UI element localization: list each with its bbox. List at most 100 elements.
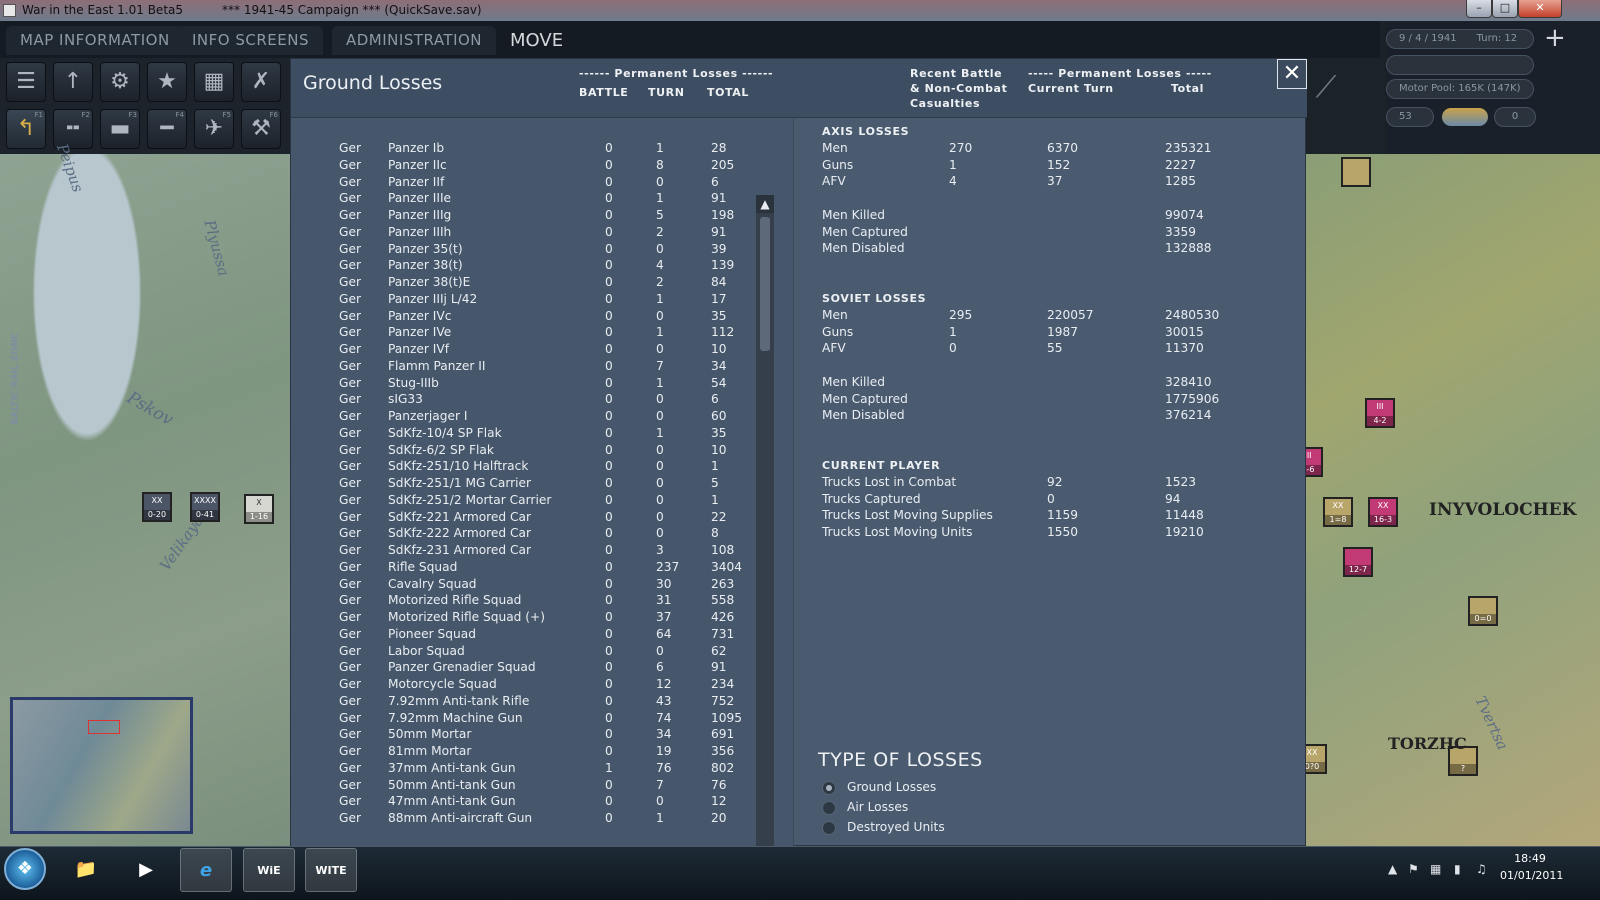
battle-losses: 0 [605,224,613,239]
hq-icon[interactable]: ▦ [194,62,234,102]
battle-losses: 0 [605,559,613,574]
unit-counter[interactable] [1341,157,1371,187]
minimap[interactable] [10,697,193,834]
air-transport-icon[interactable]: ━ F4 [147,109,187,149]
unit-counter[interactable]: XXXX 0-41 [190,492,220,522]
close-window-button[interactable]: ✕ [1518,0,1562,18]
summary-row: AFV 4 37 1285 [795,173,1295,190]
equipment-name: 37mm Anti-tank Gun [388,760,516,775]
map-right[interactable]: III 4-2 III 4-6 XX 1=8 XX 16-3 12-7 0=0 XX 0?… [1293,154,1600,846]
minimize-button[interactable]: – [1466,0,1492,18]
row-label: Trucks Lost in Combat [822,475,957,489]
tab-info-screens[interactable]: INFO SCREENS [178,26,323,55]
zoom-in-icon[interactable]: + [1544,25,1566,51]
battle-losses: 0 [605,610,613,624]
total-losses: 34 [711,358,727,373]
total-losses: 426 [711,610,735,624]
losses-list[interactable]: Ger Panzer Ib 0 1 28 Ger Panzer IIc 0 8 205 Ger Pan… [291,119,794,886]
minimap-viewport[interactable] [88,720,120,734]
explorer-icon[interactable]: 📁 [60,848,112,892]
radio-ground-losses[interactable] [822,781,836,795]
loss-row: Ger Panzer IVc 0 0 35 [291,308,761,325]
edit-icon[interactable]: ⟋ [1306,70,1346,110]
total-losses: 3404 [711,559,743,574]
radio-air-losses[interactable] [822,801,836,815]
radio-label[interactable]: Ground Losses [847,780,936,794]
unit-counter[interactable]: 12-7 [1343,547,1373,577]
rail-icon[interactable]: ╍ F2 [53,109,93,149]
nationality: Ger [339,375,361,390]
equipment-name: Flamm Panzer II [388,358,486,373]
start-button[interactable]: ❖ [4,848,46,890]
row-value: 132888 [1165,241,1212,256]
toolbar: ☰ ↑ ⚙ ★ ▦ ✗ ↰ F1 ╍ F2 ▬ F3 ━ F4 ✈ F5 ⚒ F6 [0,58,290,154]
maximize-button[interactable]: □ [1492,0,1518,18]
ie-icon[interactable]: e [180,848,232,892]
turn-losses: 0 [656,509,664,524]
loss-row: Ger Motorized Rifle Squad 0 31 558 [291,592,761,609]
turn-losses: 0 [656,492,664,507]
row-label: Trucks Captured [822,491,921,506]
row-value: 220057 [1047,308,1094,322]
unit-counter[interactable]: X 1-16 [244,494,274,524]
witf-icon[interactable]: WITE [305,848,357,892]
weather-icon [1442,108,1488,126]
equipment-name: Labor Squad [388,643,465,658]
loss-row: Ger SdKfz-251/2 Mortar Carrier 0 0 1 [291,492,761,509]
loss-row: Ger Panzer IVf 0 0 10 [291,341,761,358]
row-value: 1 [949,157,957,172]
radio-destroyed-units[interactable] [822,821,836,835]
radio-label[interactable]: Destroyed Units [847,820,945,834]
witw-icon[interactable]: WiE [243,848,295,892]
flag-icon[interactable]: ⚑ [1408,862,1419,876]
unit-counter[interactable]: XX 0-20 [142,492,172,522]
combat-icon[interactable]: ✗ [241,62,281,102]
battle-losses: 0 [605,375,613,390]
radio-label[interactable]: Air Losses [847,800,908,814]
counter-button[interactable]: 0 [1494,107,1536,127]
tab-administration[interactable]: ADMINISTRATION [332,26,497,55]
tab-map-information[interactable]: MAP INFORMATION [6,26,184,55]
unit-counter[interactable]: III 4-2 [1365,398,1395,428]
volume-icon[interactable]: ♫ [1476,862,1487,876]
clock[interactable]: 18:49 01/01/2011 [1500,850,1563,884]
loss-row: Ger Panzer 35(t) 0 0 39 [291,241,761,258]
close-panel-button[interactable]: ✕ [1277,59,1307,89]
casualty-row: Men Captured 3359 [795,224,1295,241]
layers-icon[interactable]: ☰ [6,62,46,102]
gear-icon[interactable]: ⚙ [100,62,140,102]
row-value: 2227 [1165,157,1197,172]
turn-losses: 1 [656,325,664,340]
recent-header: & Non-Combat [910,82,1008,95]
unit-counter[interactable]: 0=0 [1468,596,1498,626]
move-icon[interactable]: ↰ F1 [6,109,46,149]
signal-icon[interactable]: ▮ [1454,862,1461,876]
scroll-thumb[interactable] [760,217,770,351]
col-battle: BATTLE [579,86,629,99]
unit-counter[interactable]: XX 16-3 [1368,497,1398,527]
unit-counter[interactable]: XX 1=8 [1323,497,1353,527]
nationality: Ger [339,760,361,775]
turn-losses: 8 [656,157,664,172]
total-losses: 1095 [711,710,743,725]
build-icon[interactable]: ⚒ F6 [241,109,281,149]
loss-row: Ger Panzer IIIg 0 5 198 [291,207,761,224]
scrollbar[interactable]: ▲ ▼ [756,195,774,886]
air-icon[interactable]: ✈ F5 [194,109,234,149]
unit-icon[interactable]: ↑ [53,62,93,102]
total-losses: 20 [711,811,727,825]
row-label: Men Disabled [822,241,905,256]
network-icon[interactable]: ▦ [1430,862,1441,876]
total-losses: 6 [711,174,719,189]
scroll-up-icon[interactable]: ▲ [756,195,774,213]
media-player-icon[interactable]: ▶ [120,848,172,892]
turn-losses: 4 [656,258,664,273]
total-losses: 28 [711,141,727,155]
nationality: Ger [339,593,361,608]
naval-icon[interactable]: ▬ F3 [100,109,140,149]
row-label: Men Disabled [822,408,905,423]
equipment-name: 81mm Mortar [388,744,472,758]
star-icon[interactable]: ★ [147,62,187,102]
app-icon [3,4,16,17]
tray-arrow-icon[interactable]: ▲ [1388,862,1397,876]
